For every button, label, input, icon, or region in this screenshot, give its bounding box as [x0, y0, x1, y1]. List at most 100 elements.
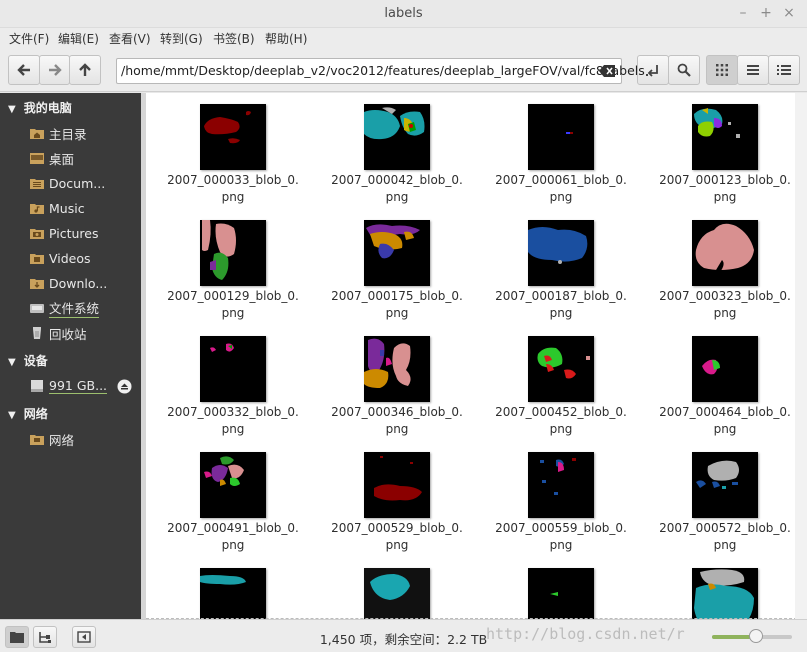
- sidebar-item-network[interactable]: 网络: [30, 430, 74, 448]
- sidebar-item-volume[interactable]: 991 GB...: [30, 377, 132, 395]
- forward-button[interactable]: [39, 55, 70, 85]
- file-thumbnail[interactable]: [200, 104, 266, 170]
- zoom-slider[interactable]: [712, 629, 792, 643]
- zoom-slider-knob[interactable]: [749, 629, 763, 643]
- desktop-folder-icon: [30, 153, 44, 164]
- menu-help[interactable]: 帮助(H): [265, 30, 307, 47]
- file-thumbnail[interactable]: [200, 568, 266, 619]
- maximize-icon[interactable]: +: [758, 5, 774, 21]
- arrow-up-icon: [79, 63, 91, 76]
- arrow-right-icon: [48, 64, 62, 76]
- file-name[interactable]: 2007_000559_blob_0. png: [486, 520, 636, 554]
- sidebar-item-downloads[interactable]: Downlo...: [30, 274, 107, 292]
- sidebar-item-videos[interactable]: Videos: [30, 249, 91, 267]
- file-name[interactable]: 2007_000323_blob_0. png: [650, 288, 800, 322]
- search-button[interactable]: [668, 55, 700, 85]
- documents-folder-icon: [30, 179, 44, 189]
- status-bar: 1,450 项，剩余空间：2.2 TB: [0, 619, 807, 652]
- location-bar[interactable]: /home/mmt/Desktop/deeplab_v2/voc2012/fea…: [116, 58, 645, 84]
- file-name[interactable]: 2007_000129_blob_0. png: [158, 288, 308, 322]
- expand-triangle-icon[interactable]: ▼: [8, 410, 16, 421]
- file-thumbnail[interactable]: [364, 452, 430, 518]
- menu-edit[interactable]: 编辑(E): [58, 30, 99, 47]
- drive-icon: [30, 304, 44, 313]
- file-thumbnail[interactable]: [692, 336, 758, 402]
- file-name[interactable]: 2007_000491_blob_0. png: [158, 520, 308, 554]
- location-path[interactable]: /home/mmt/Desktop/deeplab_v2/voc2012/fea…: [121, 63, 645, 78]
- file-thumbnail[interactable]: [528, 220, 594, 286]
- file-thumbnail[interactable]: [692, 220, 758, 286]
- file-name[interactable]: 2007_000529_blob_0. png: [322, 520, 472, 554]
- file-name[interactable]: 2007_000572_blob_0. png: [650, 520, 800, 554]
- videos-folder-icon: [30, 254, 44, 264]
- minimize-icon[interactable]: –: [735, 5, 751, 21]
- file-thumbnail[interactable]: [528, 452, 594, 518]
- file-thumbnail[interactable]: [528, 568, 594, 619]
- menu-bookmarks[interactable]: 书签(B): [213, 30, 255, 47]
- file-thumbnail[interactable]: [364, 220, 430, 286]
- clear-path-icon[interactable]: [599, 65, 615, 77]
- menu-go[interactable]: 转到(G): [160, 30, 203, 47]
- watermark-text: http://blog.csdn.net/r: [486, 625, 685, 643]
- grid-icon: [716, 64, 728, 76]
- sidebar-item-filesystem[interactable]: 文件系统: [30, 299, 100, 318]
- file-name[interactable]: 2007_000042_blob_0. png: [322, 172, 472, 206]
- sidebar-item-home[interactable]: 主目录: [30, 124, 87, 142]
- trash-icon: [33, 327, 41, 339]
- file-thumbnail[interactable]: [200, 220, 266, 286]
- sidebar: ▼ 我的电脑 主目录 桌面 Docum... Music Pictures Vid…: [0, 93, 141, 619]
- file-name[interactable]: 2007_000033_blob_0. png: [158, 172, 308, 206]
- sidebar-item-documents[interactable]: Docum...: [30, 174, 105, 192]
- up-button[interactable]: [69, 55, 101, 85]
- file-name[interactable]: 2007_000346_blob_0. png: [322, 404, 472, 438]
- downloads-folder-icon: [30, 279, 44, 289]
- expand-triangle-icon[interactable]: ▼: [8, 357, 16, 368]
- file-thumbnail[interactable]: [692, 568, 758, 619]
- sidebar-item-trash[interactable]: 回收站: [30, 324, 87, 342]
- file-thumbnail[interactable]: [692, 104, 758, 170]
- list-icon: [747, 65, 759, 75]
- file-view: 2007_000033_blob_0. png 2007_000042_blob_…: [146, 93, 807, 619]
- menu-view[interactable]: 查看(V): [109, 30, 151, 47]
- icon-view-button[interactable]: [706, 55, 738, 85]
- file-thumbnail[interactable]: [692, 452, 758, 518]
- search-icon: [677, 63, 691, 77]
- file-name[interactable]: 2007_000332_blob_0. png: [158, 404, 308, 438]
- pictures-folder-icon: [30, 229, 44, 239]
- file-thumbnail[interactable]: [200, 452, 266, 518]
- scrollbar[interactable]: [795, 93, 807, 619]
- list-view-button[interactable]: [737, 55, 769, 85]
- file-name[interactable]: 2007_000123_blob_0. png: [650, 172, 800, 206]
- compact-list-icon: [777, 65, 791, 75]
- status-text: 1,450 项，剩余空间：2.2 TB: [319, 632, 488, 647]
- window-title: labels: [384, 6, 423, 21]
- sidebar-section-computer[interactable]: ▼ 我的电脑: [8, 99, 72, 116]
- file-name[interactable]: 2007_000464_blob_0. png: [650, 404, 800, 438]
- sidebar-item-pictures[interactable]: Pictures: [30, 224, 99, 242]
- file-name[interactable]: 2007_000187_blob_0. png: [486, 288, 636, 322]
- arrow-left-icon: [17, 64, 30, 76]
- sidebar-item-music[interactable]: Music: [30, 199, 85, 217]
- expand-triangle-icon[interactable]: ▼: [8, 104, 16, 115]
- file-thumbnail[interactable]: [528, 104, 594, 170]
- file-thumbnail[interactable]: [364, 336, 430, 402]
- file-thumbnail[interactable]: [364, 104, 430, 170]
- file-thumbnail[interactable]: [200, 336, 266, 402]
- title-bar: labels – + ×: [0, 0, 807, 28]
- eject-icon[interactable]: [117, 379, 132, 394]
- sidebar-item-desktop[interactable]: 桌面: [30, 149, 74, 167]
- file-name[interactable]: 2007_000061_blob_0. png: [486, 172, 636, 206]
- drive-icon: [31, 380, 43, 392]
- close-icon[interactable]: ×: [781, 5, 797, 21]
- back-button[interactable]: [8, 55, 40, 85]
- file-thumbnail[interactable]: [364, 568, 430, 619]
- file-name[interactable]: 2007_000175_blob_0. png: [322, 288, 472, 322]
- file-thumbnail[interactable]: [528, 336, 594, 402]
- file-name[interactable]: 2007_000452_blob_0. png: [486, 404, 636, 438]
- sidebar-section-devices[interactable]: ▼ 设备: [8, 352, 48, 369]
- compact-view-button[interactable]: [768, 55, 800, 85]
- home-folder-icon: [30, 129, 44, 139]
- sidebar-section-network[interactable]: ▼ 网络: [8, 405, 48, 422]
- music-folder-icon: [30, 204, 44, 214]
- menu-file[interactable]: 文件(F): [9, 30, 49, 47]
